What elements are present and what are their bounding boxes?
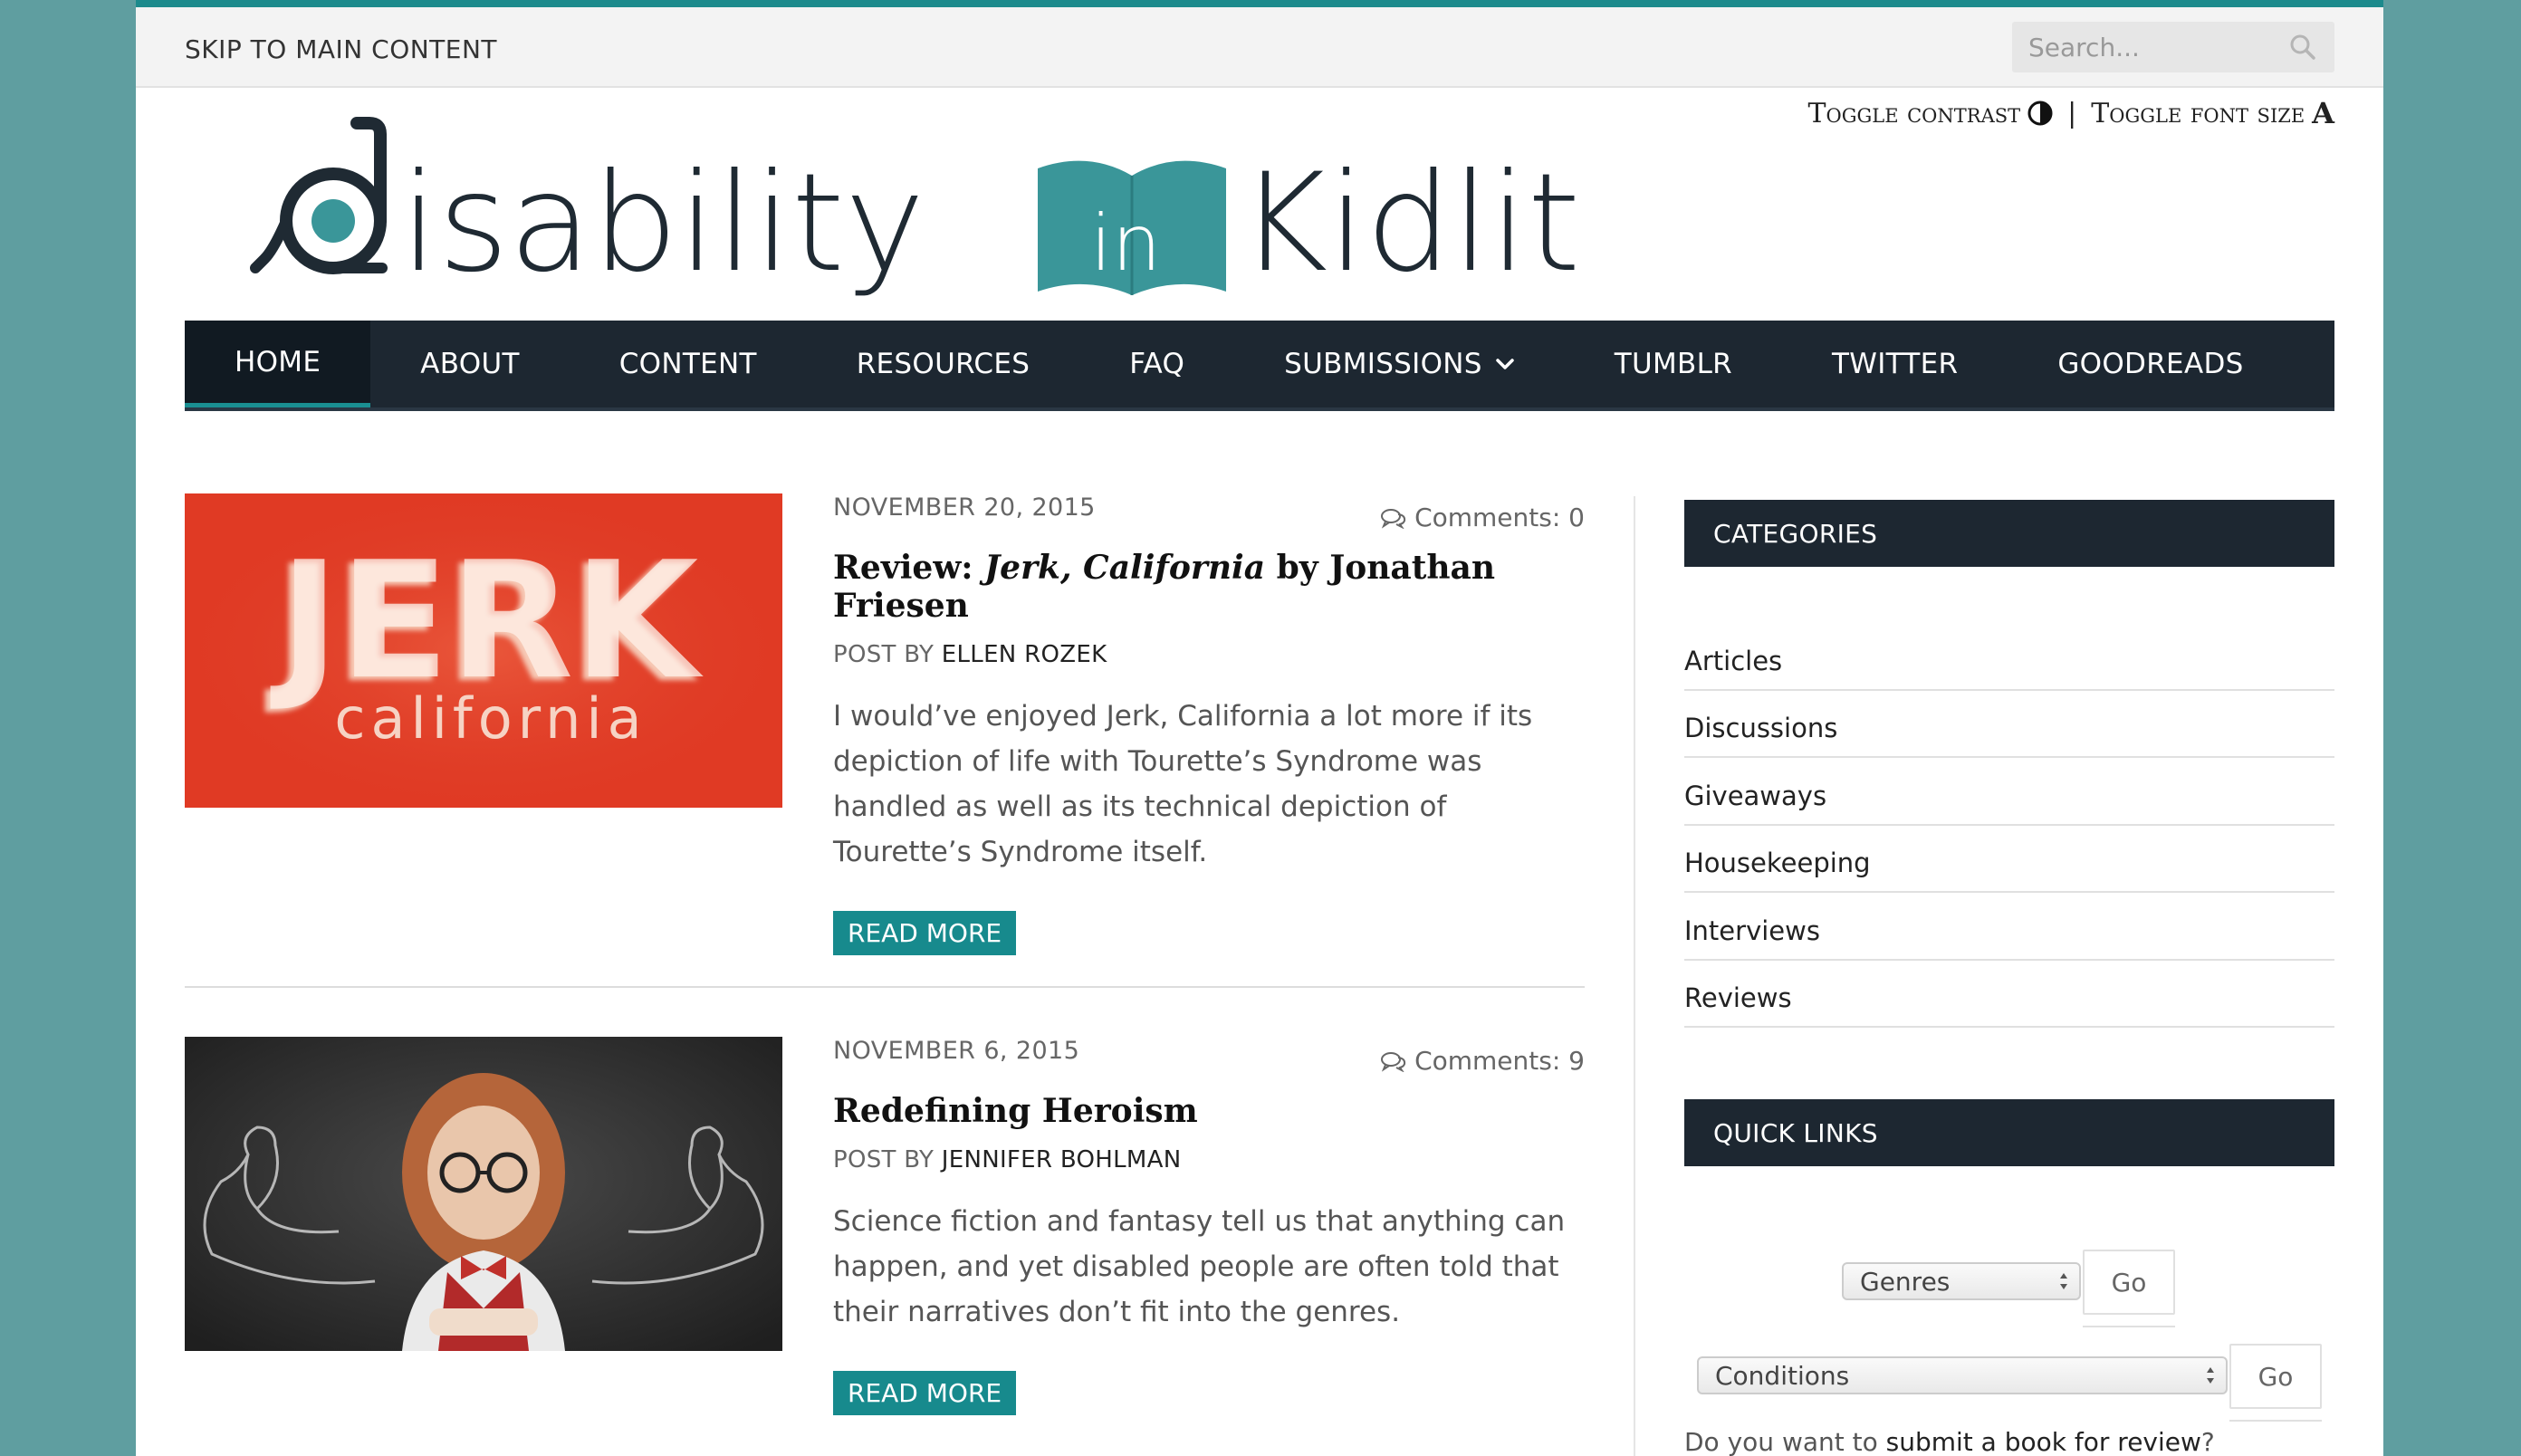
- toggle-font-size-label: Toggle font size: [2091, 97, 2305, 129]
- select-arrows-icon: [2207, 1367, 2214, 1384]
- category-list: Articles Discussions Giveaways Housekeep…: [1684, 623, 2334, 1028]
- nav-item-label: TUMBLR: [1614, 348, 1733, 380]
- quick-links-widget-title: QUICK LINKS: [1684, 1099, 2334, 1166]
- post-byline-prefix: POST BY: [833, 1146, 942, 1173]
- go-button-underline: [2229, 1420, 2322, 1422]
- read-more-button[interactable]: READ MORE: [833, 1371, 1017, 1415]
- skip-to-main-content-link[interactable]: SKIP TO MAIN CONTENT: [185, 34, 497, 64]
- nav-item-label: ABOUT: [420, 348, 520, 380]
- toggle-contrast-label: Toggle contrast: [1807, 97, 2021, 129]
- accessibility-toggles: Toggle contrast | Toggle font size A: [1808, 96, 2334, 130]
- nav-item-goodreads[interactable]: GOODREADS: [2008, 321, 2293, 407]
- post-comments-count: Comments: 9: [1414, 1046, 1585, 1076]
- logo-text-kidlit: Kidlit: [1239, 145, 1577, 302]
- post-comments-link[interactable]: Comments: 9: [1380, 1046, 1585, 1076]
- submit-book-link[interactable]: submit a book for review: [1886, 1427, 2201, 1456]
- category-link-reviews[interactable]: Reviews: [1684, 961, 2334, 1028]
- conditions-select[interactable]: Conditions: [1697, 1356, 2228, 1394]
- search-box[interactable]: [2012, 22, 2334, 72]
- toggle-contrast-button[interactable]: Toggle contrast: [1808, 98, 2054, 129]
- post-title-book: Jerk, California: [984, 549, 1266, 587]
- post-body: NOVEMBER 6, 2015 Comments: 9 Redefining …: [833, 1037, 1585, 1415]
- logo-text-isability: isability: [400, 145, 925, 302]
- chevron-down-icon: [1496, 359, 1514, 369]
- nav-item-submissions[interactable]: SUBMISSIONS: [1234, 321, 1565, 407]
- logo-text-in: in: [1090, 198, 1161, 289]
- top-bar: SKIP TO MAIN CONTENT: [136, 7, 2383, 88]
- category-link-giveaways[interactable]: Giveaways: [1684, 758, 2334, 826]
- genres-select-value: Genres: [1860, 1266, 1951, 1297]
- main-navigation: HOME ABOUT CONTENT RESOURCES FAQ SUBMISS…: [185, 321, 2334, 411]
- submit-prompt-prefix: Do you want to: [1684, 1427, 1886, 1456]
- nav-item-resources[interactable]: RESOURCES: [807, 321, 1080, 407]
- genres-go-button[interactable]: Go: [2083, 1250, 2175, 1315]
- nav-item-twitter[interactable]: TWITTER: [1782, 321, 2008, 407]
- post-comments-count: Comments: 0: [1414, 503, 1585, 532]
- nav-item-label: FAQ: [1129, 348, 1185, 380]
- post-thumbnail-jerk-california[interactable]: JERK JERK california: [185, 493, 782, 808]
- post-body: NOVEMBER 20, 2015 Comments: 0 Review: Je…: [833, 493, 1585, 955]
- post-article: NOVEMBER 6, 2015 Comments: 9 Redefining …: [185, 1037, 1585, 1456]
- post-comments-link[interactable]: Comments: 0: [1380, 503, 1585, 532]
- submit-prompt-suffix: ?: [2200, 1427, 2215, 1456]
- conditions-select-value: Conditions: [1715, 1360, 1850, 1391]
- post-excerpt: Science fiction and fantasy tell us that…: [833, 1205, 1566, 1328]
- nav-item-label: TWITTER: [1832, 348, 1959, 380]
- nav-item-tumblr[interactable]: TUMBLR: [1565, 321, 1782, 407]
- select-arrows-icon: [2060, 1273, 2067, 1289]
- post-author-link[interactable]: ELLEN ROZEK: [942, 641, 1107, 668]
- conditions-go-button[interactable]: Go: [2229, 1344, 2322, 1409]
- post-title-link[interactable]: Review: Jerk, California by Jonathan Fri…: [833, 549, 1585, 625]
- search-icon[interactable]: [2289, 34, 2316, 61]
- comments-icon: [1381, 1051, 1406, 1072]
- site-logo[interactable]: isability in Kidlit: [246, 114, 1577, 308]
- categories-widget-title: CATEGORIES: [1684, 500, 2334, 567]
- nav-item-about[interactable]: ABOUT: [370, 321, 569, 407]
- post-article: JERK JERK california NOVEMBER 20, 2015 C…: [185, 493, 1585, 955]
- genres-select[interactable]: Genres: [1842, 1262, 2081, 1300]
- category-link-articles[interactable]: Articles: [1684, 623, 2334, 691]
- post-divider: [185, 986, 1585, 988]
- category-link-housekeeping[interactable]: Housekeeping: [1684, 826, 2334, 893]
- font-size-icon: A: [2312, 96, 2334, 130]
- child-figure: [402, 1073, 565, 1351]
- post-author-link[interactable]: JENNIFER BOHLMAN: [942, 1146, 1182, 1173]
- nav-item-faq[interactable]: FAQ: [1079, 321, 1234, 407]
- post-byline-prefix: POST BY: [833, 641, 942, 668]
- search-input[interactable]: [2028, 22, 2282, 72]
- post-title-prefix: Review:: [833, 549, 985, 587]
- nav-list: HOME ABOUT CONTENT RESOURCES FAQ SUBMISS…: [185, 321, 2334, 407]
- post-byline: POST BY ELLEN ROZEK: [833, 641, 1585, 668]
- post-title-link[interactable]: Redefining Heroism: [833, 1092, 1585, 1130]
- comments-icon: [1381, 508, 1406, 529]
- thumbnail-subtitle-california: california: [334, 685, 647, 752]
- toggle-font-size-button[interactable]: Toggle font size A: [2091, 96, 2334, 130]
- submit-book-prompt: Do you want to submit a book for review?: [1684, 1427, 2215, 1456]
- toggle-separator: |: [2067, 97, 2077, 129]
- nav-item-label: CONTENT: [618, 348, 757, 380]
- nav-item-label: RESOURCES: [856, 348, 1030, 380]
- post-byline: POST BY JENNIFER BOHLMAN: [833, 1146, 1585, 1173]
- nav-item-label: HOME: [235, 345, 321, 378]
- nav-item-home[interactable]: HOME: [185, 321, 371, 407]
- content-sidebar-divider: [1634, 496, 1635, 1456]
- category-link-interviews[interactable]: Interviews: [1684, 893, 2334, 961]
- nav-item-label: SUBMISSIONS: [1284, 348, 1482, 380]
- logo-wheelchair-icon: [250, 117, 388, 274]
- contrast-icon: [2027, 101, 2053, 126]
- post-excerpt: I would’ve enjoyed Jerk, California a lo…: [833, 700, 1533, 868]
- post-thumbnail-redefining-heroism[interactable]: [185, 1037, 782, 1351]
- page: SKIP TO MAIN CONTENT Toggle contrast | T…: [136, 0, 2383, 1456]
- read-more-button[interactable]: READ MORE: [833, 911, 1017, 955]
- go-button-underline: [2083, 1326, 2175, 1327]
- nav-item-label: GOODREADS: [2057, 348, 2244, 380]
- nav-item-content[interactable]: CONTENT: [570, 321, 807, 407]
- category-link-discussions[interactable]: Discussions: [1684, 691, 2334, 758]
